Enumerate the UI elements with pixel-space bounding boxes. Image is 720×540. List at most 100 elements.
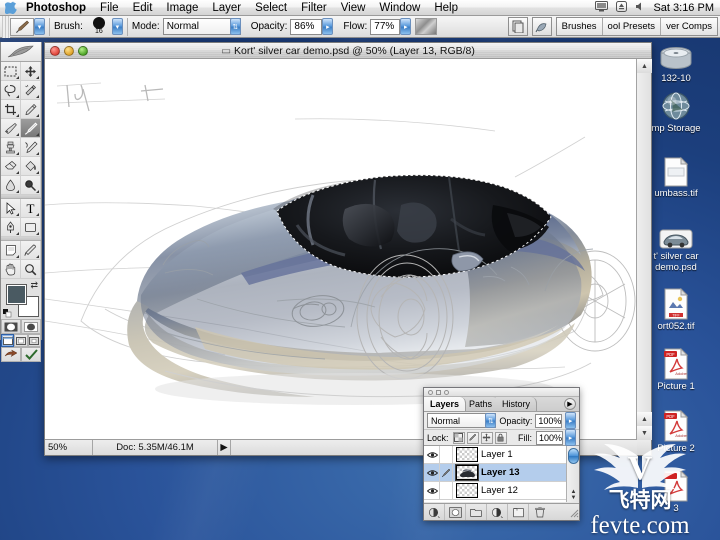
window-resize-grip[interactable] [636, 440, 651, 455]
magic-wand-tool[interactable] [21, 81, 41, 100]
link-cell[interactable] [439, 446, 453, 463]
quick-mask-mode-button[interactable] [21, 319, 41, 334]
palette-minimize-dot[interactable] [436, 389, 441, 395]
standard-mode-button[interactable] [1, 319, 21, 334]
chevron-down-icon[interactable]: ⇅ [485, 413, 497, 428]
marquee-tool[interactable] [1, 62, 21, 81]
options-bar-grabber[interactable] [2, 15, 10, 38]
menu-item-image[interactable]: Image [159, 0, 205, 16]
brush-tool-icon[interactable] [10, 17, 34, 36]
new-adjustment-layer-icon[interactable] [487, 504, 508, 520]
menu-item-edit[interactable]: Edit [126, 0, 160, 16]
scroll-up-arrow[interactable]: ▲ [637, 59, 652, 73]
lock-image-icon[interactable] [466, 431, 479, 444]
menu-item-file[interactable]: File [93, 0, 126, 16]
lock-all-icon[interactable] [494, 431, 507, 444]
tool-preset-picker[interactable]: ▾ [34, 18, 45, 35]
layer-thumbnail[interactable] [456, 465, 478, 480]
paint-bucket-tool[interactable] [21, 157, 41, 176]
scrollbar-thumb[interactable] [568, 448, 579, 464]
layer-fill-input[interactable]: 100% [536, 430, 563, 445]
tab-paths[interactable]: Paths [463, 397, 500, 411]
palette-resize-grip[interactable] [568, 507, 579, 518]
table-row[interactable]: Layer 13 [424, 464, 579, 482]
new-group-icon[interactable] [466, 504, 487, 520]
default-colors-icon[interactable] [3, 309, 12, 318]
foreground-color-swatch[interactable] [6, 284, 27, 305]
lock-transparency-icon[interactable] [452, 431, 465, 444]
status-menu-arrow[interactable]: ▶ [218, 440, 231, 455]
tab-layers[interactable]: Layers [424, 397, 467, 411]
document-titlebar[interactable]: ▭ Kort' silver car demo.psd @ 50% (Layer … [45, 43, 651, 59]
palette-collapse-dot[interactable] [444, 389, 449, 395]
layer-blend-mode-select[interactable]: Normal ⇅ [427, 413, 497, 428]
eye-icon[interactable] [425, 469, 439, 477]
full-screen-mode-button[interactable] [27, 334, 41, 347]
standard-screen-mode-button[interactable] [1, 334, 15, 347]
brush-preview[interactable]: 16 [86, 16, 112, 37]
image-canvas[interactable] [45, 59, 637, 440]
new-layer-icon[interactable] [508, 504, 529, 520]
layer-fill-arrow[interactable]: ▸ [565, 429, 576, 446]
scroll-down-arrow-secondary[interactable]: ▲ [637, 412, 652, 426]
lasso-tool[interactable] [1, 81, 21, 100]
shape-tool[interactable] [21, 218, 41, 237]
palette-drag-grip[interactable] [424, 388, 579, 397]
menu-item-filter[interactable]: Filter [294, 0, 334, 16]
palette-menu-icon[interactable]: ▶ [564, 398, 576, 410]
apple-menu-icon[interactable] [0, 1, 22, 14]
opacity-slider-arrow[interactable]: ▸ [322, 18, 334, 35]
scroll-down-arrow[interactable]: ▼ [568, 495, 579, 501]
full-screen-menubar-mode-button[interactable] [14, 334, 28, 347]
menu-item-photoshop[interactable]: Photoshop [22, 0, 93, 16]
menu-clock[interactable]: Sat 3:16 PM [653, 2, 714, 14]
layer-thumbnail[interactable] [456, 447, 478, 462]
eraser-tool[interactable] [1, 157, 21, 176]
layer-opacity-arrow[interactable]: ▸ [565, 412, 576, 429]
swap-colors-icon[interactable]: ⇄ [30, 280, 38, 291]
display-icon[interactable] [595, 0, 609, 15]
zoom-tool[interactable] [21, 260, 41, 279]
pen-tool[interactable] [1, 218, 21, 237]
delete-layer-icon[interactable] [529, 504, 550, 520]
layer-opacity-input[interactable]: 100% [535, 413, 563, 428]
menu-item-layer[interactable]: Layer [205, 0, 248, 16]
palette-close-dot[interactable] [428, 389, 433, 395]
toolbox-header[interactable] [1, 42, 41, 62]
chevron-down-icon[interactable]: ⇅ [229, 18, 241, 35]
well-tab-tool-presets[interactable]: ool Presets [602, 18, 662, 35]
slice-tool[interactable] [21, 100, 41, 119]
brush-tool[interactable] [21, 119, 41, 138]
dodge-tool[interactable] [21, 176, 41, 195]
active-layer-brush-icon[interactable] [439, 464, 453, 481]
menu-item-view[interactable]: View [334, 0, 373, 16]
healing-brush-tool[interactable] [1, 119, 21, 138]
layer-thumbnail[interactable] [456, 483, 478, 498]
table-row[interactable]: Layer 1 [424, 446, 579, 464]
eye-icon[interactable] [425, 451, 439, 459]
clone-stamp-tool[interactable] [1, 138, 21, 157]
menu-item-window[interactable]: Window [372, 0, 427, 16]
airbrush-icon[interactable] [415, 18, 438, 35]
flow-slider-arrow[interactable]: ▸ [400, 18, 412, 35]
volume-icon[interactable] [635, 1, 645, 15]
brush-picker-arrow[interactable]: ▾ [111, 18, 123, 35]
menu-item-help[interactable]: Help [427, 0, 465, 16]
notes-tool[interactable] [1, 241, 21, 260]
hand-tool[interactable] [1, 260, 21, 279]
menu-item-select[interactable]: Select [248, 0, 294, 16]
zoom-level[interactable]: 50% [45, 440, 93, 455]
move-tool[interactable] [21, 62, 41, 81]
blur-tool[interactable] [1, 176, 21, 195]
crop-tool[interactable] [1, 100, 21, 119]
layers-scrollbar[interactable]: ▲ ▼ [566, 446, 579, 502]
type-tool[interactable]: T [21, 199, 41, 218]
well-tab-layer-comps[interactable]: ver Comps [661, 18, 717, 35]
table-row[interactable]: Layer 12 [424, 482, 579, 500]
palette-toggle-icon[interactable] [531, 17, 552, 36]
opacity-input[interactable]: 86% [290, 18, 323, 35]
layer-style-icon[interactable] [424, 504, 445, 520]
lock-position-icon[interactable] [480, 431, 493, 444]
eject-icon[interactable] [616, 0, 628, 15]
desktop-icon-picture-3[interactable]: 3 [638, 468, 714, 515]
